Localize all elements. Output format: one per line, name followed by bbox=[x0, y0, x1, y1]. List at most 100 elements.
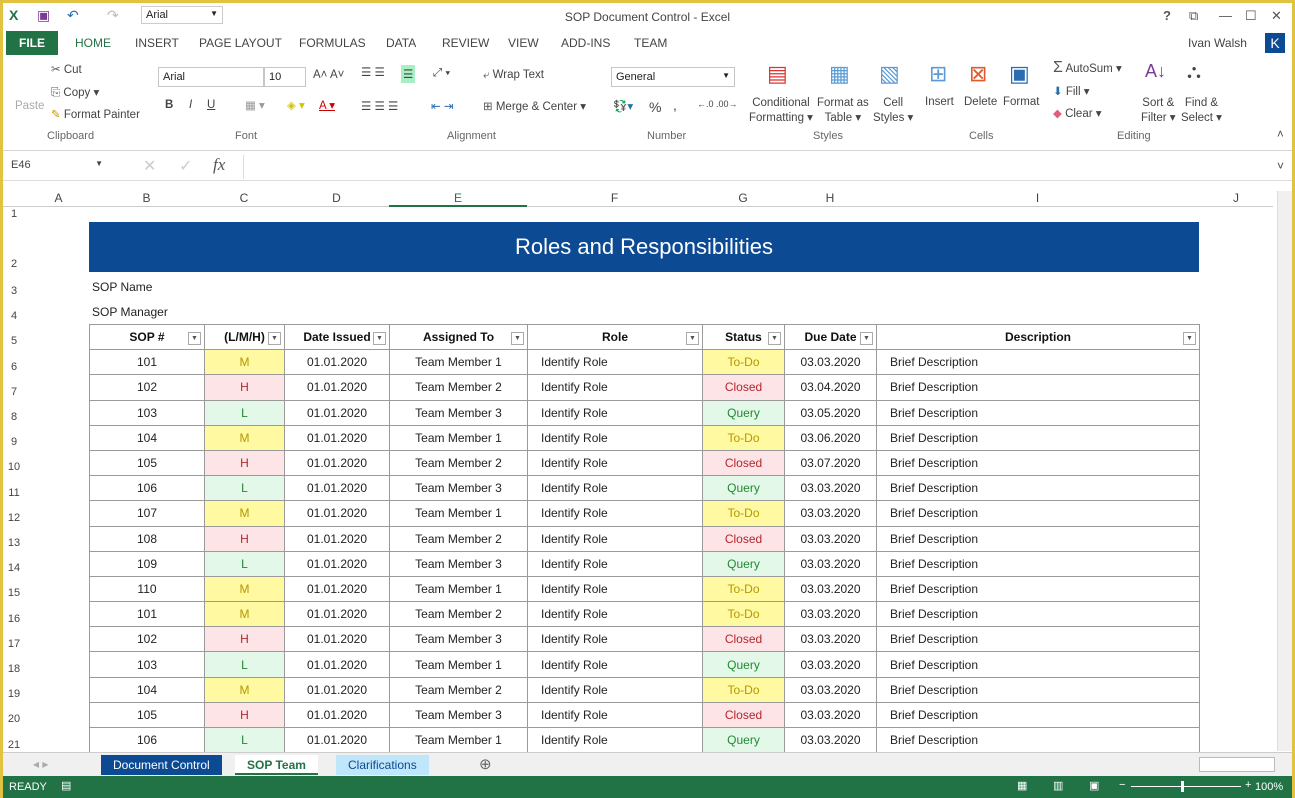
date-issued-cell[interactable]: 01.01.2020 bbox=[284, 726, 390, 754]
row-header[interactable]: 21 bbox=[3, 739, 25, 751]
align-bottom-icon[interactable]: ☰ bbox=[401, 65, 416, 83]
user-name[interactable]: Ivan Walsh bbox=[1188, 36, 1247, 50]
assigned-to-cell[interactable]: Team Member 3 bbox=[389, 701, 528, 729]
description-cell[interactable]: Brief Description bbox=[876, 701, 1200, 729]
row-header[interactable]: 4 bbox=[3, 310, 25, 322]
description-cell[interactable]: Brief Description bbox=[876, 550, 1200, 577]
status-cell[interactable]: To-Do bbox=[702, 500, 785, 527]
sop-number-cell[interactable]: 108 bbox=[89, 525, 205, 552]
vertical-scrollbar[interactable] bbox=[1277, 191, 1292, 751]
due-date-cell[interactable]: 03.03.2020 bbox=[784, 525, 877, 552]
priority-cell[interactable]: H bbox=[204, 525, 285, 552]
sop-number-cell[interactable]: 104 bbox=[89, 676, 205, 703]
status-cell[interactable]: To-Do bbox=[702, 349, 785, 376]
role-cell[interactable]: Identify Role bbox=[527, 525, 703, 552]
priority-cell[interactable]: M bbox=[204, 500, 285, 527]
sop-number-cell[interactable]: 105 bbox=[89, 449, 205, 477]
role-cell[interactable]: Identify Role bbox=[527, 676, 703, 703]
description-cell[interactable]: Brief Description bbox=[876, 575, 1200, 603]
assigned-to-cell[interactable]: Team Member 1 bbox=[389, 651, 528, 678]
paste-button[interactable]: Paste bbox=[15, 100, 44, 112]
status-cell[interactable]: Closed bbox=[702, 701, 785, 729]
font-color-icon[interactable]: A ▾ bbox=[319, 98, 335, 112]
row-header[interactable]: 1 bbox=[3, 208, 25, 220]
priority-cell[interactable]: L bbox=[204, 399, 285, 426]
column-header-f[interactable]: F bbox=[527, 191, 702, 205]
column-header-j[interactable]: J bbox=[1199, 191, 1273, 205]
font-name-select[interactable]: Arial bbox=[158, 67, 264, 87]
priority-cell[interactable]: M bbox=[204, 676, 285, 703]
due-date-cell[interactable]: 03.03.2020 bbox=[784, 575, 877, 603]
ribbon-display-icon[interactable]: ⧉ bbox=[1189, 8, 1198, 24]
macro-record-icon[interactable]: ▤ bbox=[61, 779, 71, 792]
row-header[interactable]: 8 bbox=[3, 411, 25, 423]
status-cell[interactable]: Query bbox=[702, 399, 785, 426]
row-header[interactable]: 19 bbox=[3, 688, 25, 700]
due-date-cell[interactable]: 03.03.2020 bbox=[784, 651, 877, 678]
description-cell[interactable]: Brief Description bbox=[876, 399, 1200, 426]
row-header[interactable]: 6 bbox=[3, 361, 25, 373]
description-cell[interactable]: Brief Description bbox=[876, 500, 1200, 527]
due-date-cell[interactable]: 03.03.2020 bbox=[784, 601, 877, 628]
number-format-select[interactable]: General ▼ bbox=[611, 67, 735, 87]
date-issued-cell[interactable]: 01.01.2020 bbox=[284, 676, 390, 703]
page-layout-view-icon[interactable]: ▥ bbox=[1053, 779, 1063, 792]
description-cell[interactable]: Brief Description bbox=[876, 626, 1200, 653]
date-issued-cell[interactable]: 01.01.2020 bbox=[284, 550, 390, 577]
due-date-cell[interactable]: 03.03.2020 bbox=[784, 500, 877, 527]
assigned-to-cell[interactable]: Team Member 2 bbox=[389, 601, 528, 628]
due-date-cell[interactable]: 03.03.2020 bbox=[784, 701, 877, 729]
filter-dropdown-icon[interactable]: ▼ bbox=[1183, 332, 1196, 345]
column-header-i[interactable]: I bbox=[876, 191, 1199, 205]
font-grow-shrink-icon[interactable]: A˄ A˅ bbox=[313, 69, 344, 81]
due-date-cell[interactable]: 03.03.2020 bbox=[784, 726, 877, 754]
status-cell[interactable]: Query bbox=[702, 726, 785, 754]
tab-home[interactable]: HOME bbox=[75, 36, 111, 50]
autosum-button[interactable]: Σ AutoSum ▾ bbox=[1053, 59, 1122, 77]
role-cell[interactable]: Identify Role bbox=[527, 601, 703, 628]
due-date-cell[interactable]: 03.03.2020 bbox=[784, 550, 877, 577]
sop-number-cell[interactable]: 106 bbox=[89, 726, 205, 754]
normal-view-icon[interactable]: ▦ bbox=[1017, 779, 1027, 792]
priority-cell[interactable]: M bbox=[204, 424, 285, 451]
description-cell[interactable]: Brief Description bbox=[876, 676, 1200, 703]
minimize-icon[interactable]: — bbox=[1219, 8, 1232, 23]
row-header[interactable]: 11 bbox=[3, 487, 25, 499]
description-cell[interactable]: Brief Description bbox=[876, 525, 1200, 552]
status-cell[interactable]: To-Do bbox=[702, 601, 785, 628]
tab-page-layout[interactable]: PAGE LAYOUT bbox=[199, 36, 282, 50]
date-issued-cell[interactable]: 01.01.2020 bbox=[284, 475, 390, 502]
row-header[interactable]: 9 bbox=[3, 436, 25, 448]
role-cell[interactable]: Identify Role bbox=[527, 374, 703, 401]
priority-cell[interactable]: M bbox=[204, 349, 285, 376]
role-cell[interactable]: Identify Role bbox=[527, 449, 703, 477]
filter-dropdown-icon[interactable]: ▼ bbox=[373, 332, 386, 345]
status-cell[interactable]: To-Do bbox=[702, 676, 785, 703]
due-date-cell[interactable]: 03.04.2020 bbox=[784, 374, 877, 401]
role-cell[interactable]: Identify Role bbox=[527, 550, 703, 577]
row-header[interactable]: 5 bbox=[3, 335, 25, 347]
column-header-b[interactable]: B bbox=[89, 191, 204, 205]
formula-input[interactable] bbox=[243, 155, 1273, 179]
description-cell[interactable]: Brief Description bbox=[876, 726, 1200, 754]
assigned-to-cell[interactable]: Team Member 2 bbox=[389, 525, 528, 552]
underline-button[interactable]: U bbox=[207, 99, 215, 111]
row-header[interactable]: 20 bbox=[3, 713, 25, 725]
filter-dropdown-icon[interactable]: ▼ bbox=[860, 332, 873, 345]
date-issued-cell[interactable]: 01.01.2020 bbox=[284, 525, 390, 552]
due-date-cell[interactable]: 03.03.2020 bbox=[784, 475, 877, 502]
description-cell[interactable]: Brief Description bbox=[876, 374, 1200, 401]
date-issued-cell[interactable]: 01.01.2020 bbox=[284, 349, 390, 376]
sop-number-cell[interactable]: 109 bbox=[89, 550, 205, 577]
row-header[interactable]: 16 bbox=[3, 613, 25, 625]
horizontal-scrollbar[interactable] bbox=[1199, 757, 1275, 772]
date-issued-cell[interactable]: 01.01.2020 bbox=[284, 626, 390, 653]
status-cell[interactable]: To-Do bbox=[702, 575, 785, 603]
sop-number-cell[interactable]: 103 bbox=[89, 399, 205, 426]
status-cell[interactable]: Query bbox=[702, 550, 785, 577]
close-icon[interactable]: ✕ bbox=[1271, 8, 1282, 24]
row-header[interactable]: 13 bbox=[3, 537, 25, 549]
help-icon[interactable]: ? bbox=[1163, 8, 1171, 23]
description-cell[interactable]: Brief Description bbox=[876, 651, 1200, 678]
priority-cell[interactable]: M bbox=[204, 575, 285, 603]
